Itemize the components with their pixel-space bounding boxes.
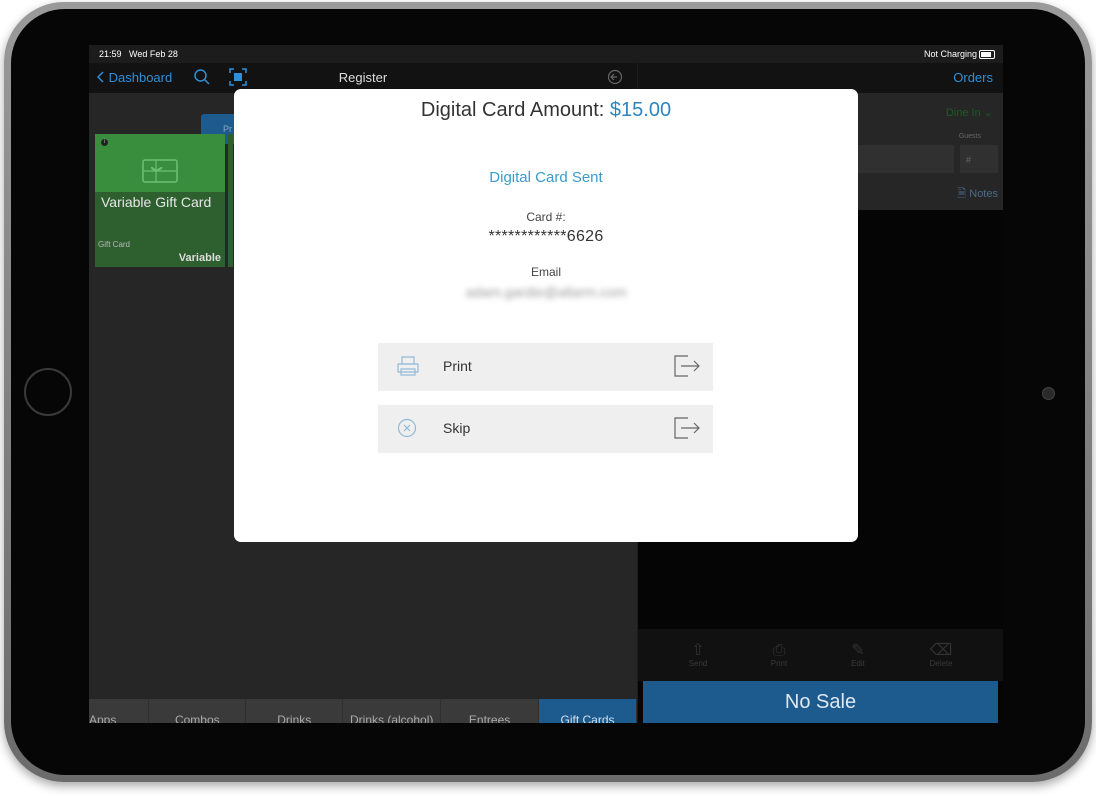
printer-icon: ⎙: [772, 642, 786, 659]
category-tab-combos[interactable]: Combos: [149, 699, 247, 723]
digital-card-modal: Digital Card Amount: $15.00 Digital Card…: [234, 89, 858, 542]
edit-icon: ✎: [851, 642, 865, 659]
skip-label: Skip: [443, 420, 471, 436]
trash-icon: ⌫: [929, 642, 953, 659]
notes-button[interactable]: 🗎 Notes: [957, 185, 998, 204]
print-order-label: Print: [770, 659, 788, 668]
card-number-label: Card #:: [526, 210, 566, 224]
order-name-field[interactable]: [858, 145, 954, 173]
card-number-value: ************6626: [488, 228, 604, 245]
email-label: Email: [530, 265, 561, 279]
send-label: Send: [688, 659, 708, 668]
notes-icon: 🗎: [957, 188, 967, 200]
send-button[interactable]: ⇧ Send: [678, 642, 718, 669]
dine-in-select[interactable]: Dine In ⌄: [946, 106, 993, 119]
edit-label: Edit: [851, 659, 865, 668]
tile-name: Variable Gift Card: [101, 194, 212, 210]
status-bar: 21:59 Wed Feb 28 Not Charging: [89, 45, 1003, 63]
gift-icon: [142, 159, 178, 183]
charging-status: Not Charging: [923, 49, 977, 59]
search-icon[interactable]: [193, 68, 211, 86]
delete-label: Delete: [929, 659, 953, 668]
scan-icon[interactable]: [229, 68, 247, 86]
card-amount: $15.00: [609, 99, 672, 121]
order-action-bar: ⇧ Send ⎙ Print ✎ Edit ⌫ Delete: [638, 629, 1003, 681]
notes-label: Notes: [969, 188, 998, 200]
orders-button[interactable]: Orders: [953, 70, 993, 85]
email-value: adam.gardie@allarm.com: [465, 284, 627, 300]
home-button[interactable]: [24, 368, 72, 416]
modal-title: Digital Card Amount: $15.00: [234, 99, 858, 122]
filter-pill-label: Pr: [223, 124, 232, 134]
cancel-circle-icon: [397, 418, 417, 438]
exit-arrow-icon: [674, 417, 700, 439]
info-icon[interactable]: i: [101, 139, 108, 146]
date: Wed Feb 28: [129, 49, 178, 59]
category-tab-drinks-alcohol[interactable]: Drinks (alcohol): [343, 699, 442, 723]
guests-label: Guests: [958, 133, 981, 140]
tile-price: Variable: [178, 252, 221, 264]
card-sent-status: Digital Card Sent: [489, 169, 603, 186]
status-time: 21:59 Wed Feb 28: [99, 49, 178, 59]
print-order-button[interactable]: ⎙ Print: [759, 642, 799, 669]
print-button[interactable]: Print: [378, 343, 713, 391]
chevron-down-icon: ⌄: [983, 107, 993, 119]
category-tab-bar: Apps Combos Drinks Drinks (alcohol) Entr…: [89, 699, 637, 723]
category-tab-entrees[interactable]: Entrees: [441, 699, 540, 723]
dine-in-label: Dine In: [945, 107, 981, 119]
guests-field[interactable]: #: [960, 145, 998, 173]
category-tab-gift-cards[interactable]: Gift Cards: [539, 699, 637, 723]
exit-arrow-icon: [674, 355, 700, 377]
product-tile-variable-gift-card[interactable]: i Variable Gift Card Gift Card Variable: [95, 134, 225, 267]
product-tile-partial[interactable]: [228, 134, 233, 267]
page-title: Register: [338, 70, 388, 85]
no-sale-button[interactable]: No Sale: [643, 681, 998, 723]
category-tab-drinks[interactable]: Drinks: [246, 699, 344, 723]
category-tab-apps[interactable]: Apps: [89, 699, 150, 723]
battery-icon: [979, 50, 995, 59]
delete-button[interactable]: ⌫ Delete: [921, 642, 961, 669]
clock: 21:59: [99, 49, 122, 59]
send-icon: ⇧: [691, 642, 705, 659]
logout-icon[interactable]: [607, 69, 623, 85]
skip-button[interactable]: Skip: [378, 405, 713, 453]
printer-icon: [397, 356, 419, 376]
tile-category: Gift Card: [98, 240, 131, 249]
edit-button[interactable]: ✎ Edit: [838, 642, 878, 669]
camera-lens: [1042, 387, 1055, 400]
modal-title-prefix: Digital Card Amount:: [420, 99, 605, 121]
print-label: Print: [443, 358, 472, 374]
